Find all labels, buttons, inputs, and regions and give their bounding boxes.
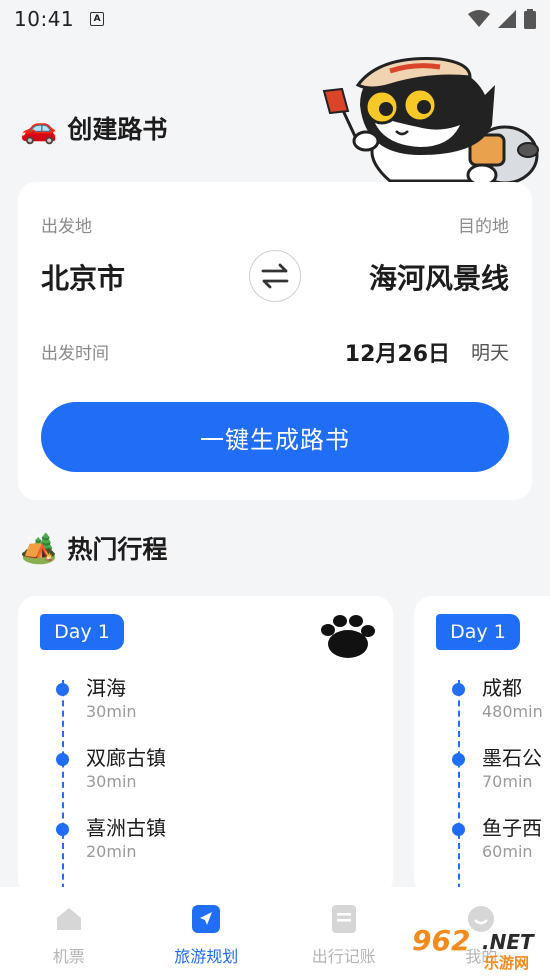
stop-name: 双廊古镇: [86, 746, 166, 770]
timeline-dot: [56, 683, 69, 696]
day-badge: Day 1: [40, 614, 124, 650]
stop-name: 洱海: [86, 676, 126, 700]
generate-roadbook-button[interactable]: 一键生成路书: [41, 402, 509, 472]
tab-label: 出行记账: [311, 947, 376, 966]
trip-card[interactable]: Day 1 洱海 30min 双廊古镇 30min 喜洲古镇 20min: [18, 596, 393, 896]
trip-card[interactable]: Day 1 成都 480min 墨石公 70min 鱼子西 60min: [414, 596, 550, 896]
status-bar: 10:41 A: [0, 0, 550, 38]
wifi-icon: [468, 10, 490, 27]
timeline-line: [62, 680, 64, 896]
day-badge: Day 1: [436, 614, 520, 650]
timeline-dot: [452, 823, 465, 836]
timeline-dot: [56, 753, 69, 766]
site-watermark: 962 .NET 乐游网: [412, 924, 546, 972]
battery-icon: [524, 9, 536, 29]
notification-icon: A: [90, 12, 105, 26]
from-city[interactable]: 北京市: [41, 257, 125, 297]
status-time: 10:41: [14, 7, 75, 31]
stop-name: 喜洲古镇: [86, 816, 166, 840]
paw-print-icon: [321, 615, 375, 658]
stop-name: 墨石公: [482, 746, 542, 770]
stop-duration: 70min: [482, 772, 533, 791]
home-icon: [55, 905, 83, 933]
cat-mascot-illustration: [322, 57, 539, 185]
navigation-arrow-icon: [192, 905, 221, 933]
swap-button[interactable]: [249, 250, 301, 302]
timeline-dot: [56, 823, 69, 836]
stop-duration: 20min: [86, 842, 137, 861]
tab-flights[interactable]: 机票: [0, 887, 138, 977]
timeline-dot: [452, 683, 465, 696]
signal-icon: [498, 10, 516, 28]
stop-duration: 60min: [482, 842, 533, 861]
departure-time-label: 出发时间: [41, 344, 109, 364]
stop-duration: 480min: [482, 702, 543, 721]
tab-label: 机票: [52, 947, 85, 966]
section-title: 热门行程: [67, 535, 168, 564]
watermark-number: 962: [412, 924, 471, 957]
to-city[interactable]: 海河风景线: [369, 257, 509, 297]
departure-day-word[interactable]: 明天: [471, 338, 509, 365]
watermark-sub: 乐游网: [484, 954, 530, 972]
camping-tent-icon: 🏕️: [20, 530, 58, 566]
document-icon: [330, 905, 358, 933]
tab-expenses[interactable]: 出行记账: [275, 887, 413, 977]
create-roadbook-header: 🚗 创建路书: [20, 110, 167, 146]
stop-name: 成都: [482, 676, 522, 700]
section-title: 创建路书: [67, 115, 168, 144]
roadbook-card: 出发地 目的地 北京市 海河风景线 出发时间 12月26日 明天 一键生成路书: [18, 182, 532, 500]
status-indicators: [468, 9, 536, 29]
tab-travel-planning[interactable]: 旅游规划: [138, 887, 276, 977]
stop-duration: 30min: [86, 702, 137, 721]
tab-label: 旅游规划: [174, 947, 239, 966]
stop-duration: 30min: [86, 772, 137, 791]
timeline-line: [458, 680, 460, 896]
from-label: 出发地: [41, 217, 92, 237]
watermark-suffix: .NET: [482, 930, 534, 954]
swap-arrows-icon: [261, 263, 289, 289]
timeline-dot: [452, 753, 465, 766]
car-icon: 🚗: [20, 110, 58, 146]
popular-trips-header: 🏕️ 热门行程: [20, 530, 167, 566]
to-label: 目的地: [458, 217, 509, 237]
stop-name: 鱼子西: [482, 816, 542, 840]
departure-date[interactable]: 12月26日: [345, 336, 450, 368]
